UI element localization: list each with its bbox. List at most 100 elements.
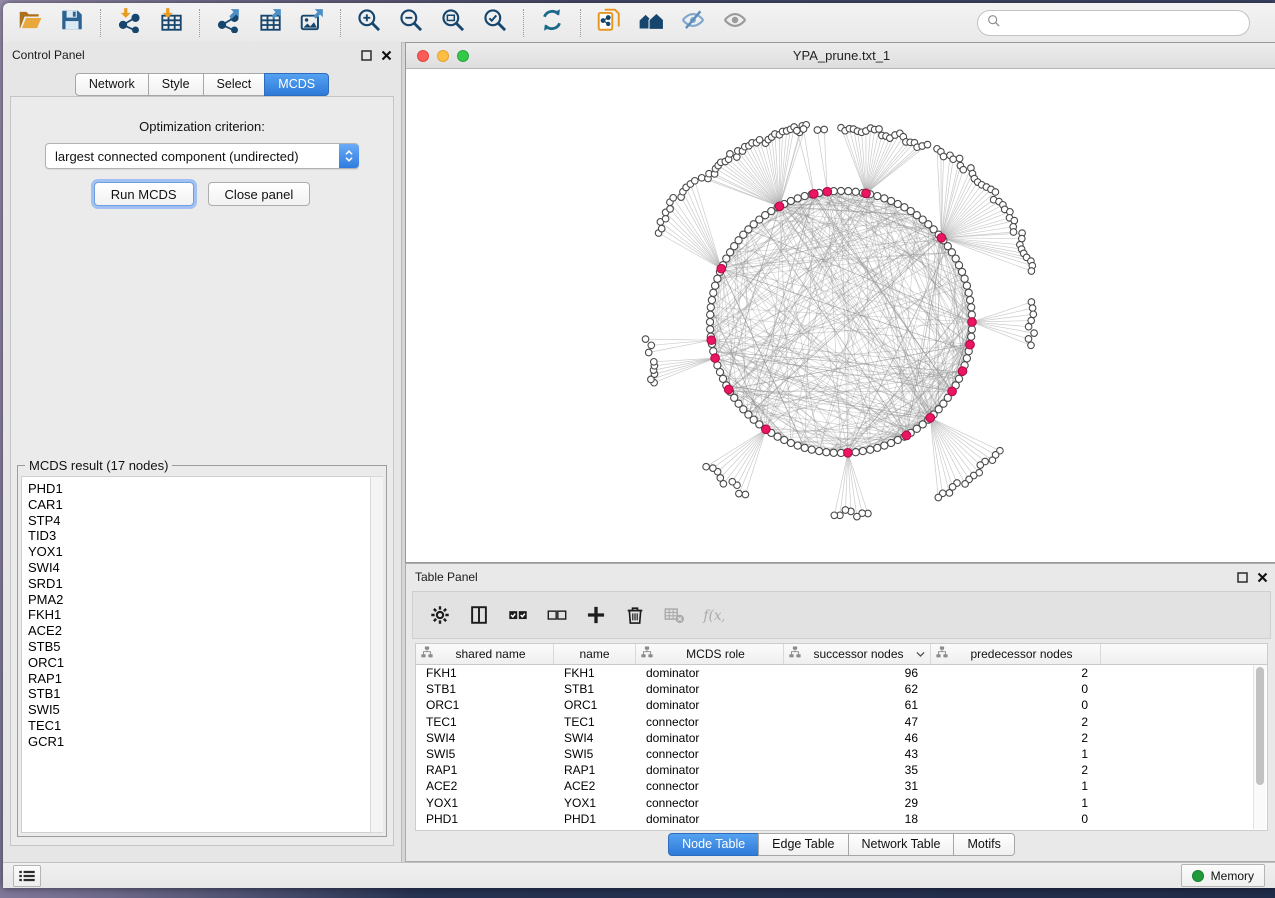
mcds-result-node[interactable]: STP4	[28, 513, 382, 529]
table-scrollbar-thumb[interactable]	[1256, 667, 1264, 785]
zoom-fit-button[interactable]	[432, 6, 474, 40]
network-node[interactable]	[955, 262, 962, 269]
network-node[interactable]	[894, 436, 901, 443]
table-row-FKH1[interactable]: FKH1FKH1dominator962	[416, 665, 1267, 681]
mcds-hub-node[interactable]	[937, 234, 946, 243]
network-node[interactable]	[717, 475, 724, 482]
mcds-result-node[interactable]: STB5	[28, 639, 382, 655]
mcds-hub-node[interactable]	[717, 264, 726, 273]
network-node[interactable]	[794, 442, 801, 449]
mcds-result-node[interactable]: SWI4	[28, 560, 382, 576]
network-node[interactable]	[830, 449, 837, 456]
network-node[interactable]	[952, 255, 959, 262]
search-box[interactable]	[977, 10, 1250, 36]
mcds-result-list[interactable]: PHD1CAR1STP4TID3YOX1SWI4SRD1PMA2FKH1ACE2…	[21, 476, 383, 833]
network-node[interactable]	[888, 197, 895, 204]
network-node[interactable]	[816, 448, 823, 455]
zoom-selected-button[interactable]	[474, 6, 516, 40]
mcds-result-node[interactable]: RAP1	[28, 671, 382, 687]
network-node[interactable]	[946, 490, 953, 497]
delete-column-button[interactable]	[623, 603, 647, 627]
select-all-button[interactable]	[506, 603, 530, 627]
memory-button[interactable]: Memory	[1181, 864, 1265, 887]
tab-mcds[interactable]: MCDS	[264, 73, 329, 96]
mcds-hub-node[interactable]	[862, 189, 871, 198]
network-node[interactable]	[823, 449, 830, 456]
tab-node-table[interactable]: Node Table	[668, 833, 759, 856]
float-panel-icon[interactable]	[361, 50, 372, 61]
network-node[interactable]	[714, 275, 721, 282]
mcds-result-node[interactable]: GCR1	[28, 734, 382, 750]
network-node[interactable]	[1028, 342, 1035, 349]
network-node[interactable]	[961, 275, 968, 282]
network-node[interactable]	[881, 442, 888, 449]
network-node[interactable]	[1030, 311, 1037, 318]
import-table-button[interactable]	[150, 6, 192, 40]
network-node[interactable]	[962, 481, 969, 488]
table-row-RAP1[interactable]: RAP1RAP1dominator352	[416, 762, 1267, 778]
mcds-result-node[interactable]: YOX1	[28, 544, 382, 560]
network-node[interactable]	[787, 439, 794, 446]
close-panel-icon[interactable]	[381, 50, 392, 61]
network-node[interactable]	[801, 444, 808, 451]
table-row-SWI4[interactable]: SWI4SWI4dominator462	[416, 730, 1267, 746]
network-node[interactable]	[787, 197, 794, 204]
export-network-button[interactable]	[207, 6, 249, 40]
add-column-button[interactable]	[584, 603, 608, 627]
network-node[interactable]	[989, 457, 996, 464]
network-node[interactable]	[1031, 330, 1038, 337]
table-row-STB1[interactable]: STB1STB1dominator620	[416, 681, 1267, 697]
network-node[interactable]	[881, 195, 888, 202]
network-node[interactable]	[852, 188, 859, 195]
mcds-result-node[interactable]: CAR1	[28, 497, 382, 513]
table-row-TEC1[interactable]: TEC1TEC1connector472	[416, 714, 1267, 730]
show-details-button[interactable]	[714, 6, 756, 40]
network-node[interactable]	[736, 490, 743, 497]
network-node[interactable]	[859, 448, 866, 455]
network-node[interactable]	[874, 193, 881, 200]
network-node[interactable]	[1025, 323, 1032, 330]
network-node[interactable]	[1010, 229, 1017, 236]
mcds-hub-node[interactable]	[844, 449, 853, 458]
open-file-button[interactable]	[9, 6, 51, 40]
network-node[interactable]	[719, 375, 726, 382]
mcds-result-node[interactable]: ORC1	[28, 655, 382, 671]
mcds-hub-node[interactable]	[711, 354, 720, 363]
network-node[interactable]	[670, 195, 677, 202]
mcds-hub-node[interactable]	[823, 187, 832, 196]
network-node[interactable]	[845, 188, 852, 195]
network-node[interactable]	[712, 282, 719, 289]
network-node[interactable]	[742, 491, 749, 498]
network-node[interactable]	[710, 465, 717, 472]
table-row-YOX1[interactable]: YOX1YOX1connector291	[416, 795, 1267, 811]
network-node[interactable]	[831, 512, 838, 519]
result-list-scrollbar[interactable]	[370, 476, 383, 833]
criterion-dropdown[interactable]: largest connected component (undirected)	[45, 143, 359, 169]
network-window-titlebar[interactable]: YPA_prune.txt_1	[406, 43, 1275, 69]
network-node[interactable]	[874, 444, 881, 451]
network-node[interactable]	[968, 333, 975, 340]
network-node[interactable]	[794, 127, 801, 134]
network-node[interactable]	[852, 449, 859, 456]
network-node[interactable]	[837, 187, 844, 194]
mcds-hub-node[interactable]	[775, 202, 784, 211]
duplicate-network-button[interactable]	[588, 6, 630, 40]
home-button[interactable]	[630, 6, 672, 40]
export-table-button[interactable]	[249, 6, 291, 40]
table-row-ORC1[interactable]: ORC1ORC1dominator610	[416, 697, 1267, 713]
network-node[interactable]	[842, 507, 849, 514]
network-node[interactable]	[800, 126, 807, 133]
table-row-ACE2[interactable]: ACE2ACE2connector311	[416, 778, 1267, 794]
table-row-PHD1[interactable]: PHD1PHD1dominator180	[416, 811, 1267, 827]
mcds-hub-node[interactable]	[724, 385, 733, 394]
tab-network-table[interactable]: Network Table	[848, 833, 955, 856]
table-scrollbar[interactable]	[1253, 665, 1266, 829]
network-node[interactable]	[703, 463, 710, 470]
mcds-hub-node[interactable]	[902, 431, 911, 440]
mcds-hub-node[interactable]	[968, 318, 977, 327]
network-node[interactable]	[955, 375, 962, 382]
mcds-hub-node[interactable]	[966, 340, 975, 349]
network-node[interactable]	[794, 195, 801, 202]
network-node[interactable]	[940, 153, 947, 160]
column-header-successor-nodes[interactable]: successor nodes	[784, 644, 931, 664]
